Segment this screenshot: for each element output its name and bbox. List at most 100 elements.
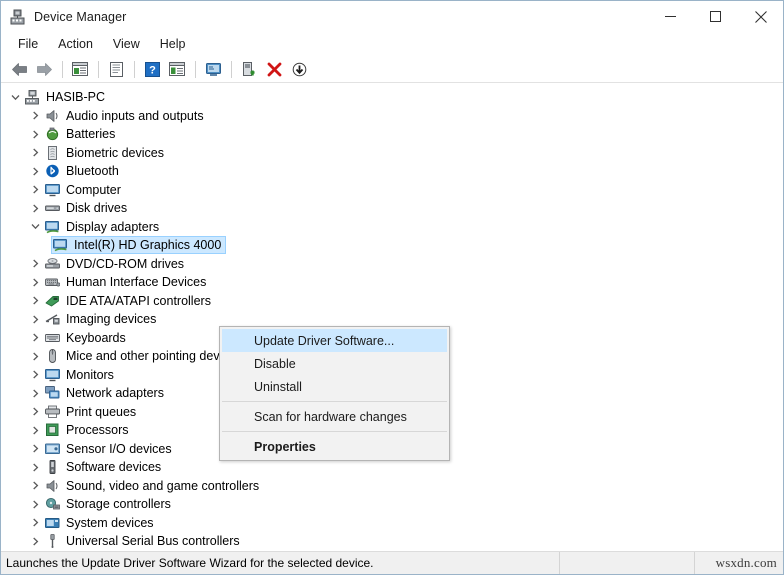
chevron-right-icon[interactable] [28, 426, 43, 435]
display-adapter-icon [44, 219, 61, 235]
tree-row-sound-video-and-game-controllers[interactable]: Sound, video and game controllers [1, 477, 783, 496]
tree-row-root[interactable]: HASIB-PC [1, 88, 783, 107]
chevron-right-icon[interactable] [28, 278, 43, 287]
toolbar: ? [1, 56, 783, 83]
context-menu-item-disable[interactable]: Disable [222, 352, 447, 375]
tree-label: Monitors [66, 367, 114, 382]
processor-icon [44, 422, 61, 438]
ide-controller-icon [44, 293, 61, 309]
show-hide-console-tree-icon[interactable] [68, 58, 92, 80]
menu-view[interactable]: View [103, 34, 150, 55]
window-controls [648, 1, 783, 33]
close-button[interactable] [738, 1, 783, 32]
chevron-right-icon[interactable] [28, 259, 43, 268]
chevron-right-icon[interactable] [28, 537, 43, 546]
tree-row-audio-inputs-and-outputs[interactable]: Audio inputs and outputs [1, 107, 783, 126]
back-icon[interactable] [7, 58, 31, 80]
context-menu-item-uninstall[interactable]: Uninstall [222, 375, 447, 398]
tree-row-dvd-cd-rom-drives[interactable]: DVD/CD-ROM drives [1, 255, 783, 274]
tree-label-selected: Intel(R) HD Graphics 4000 [74, 238, 222, 253]
chevron-right-icon[interactable] [28, 370, 43, 379]
update-driver-software-icon[interactable] [237, 58, 261, 80]
keyboard-icon [44, 330, 61, 346]
maximize-button[interactable] [693, 1, 738, 32]
scan-for-hardware-changes-icon[interactable] [201, 58, 225, 80]
chevron-right-icon[interactable] [28, 130, 43, 139]
tree-label: Audio inputs and outputs [66, 108, 204, 123]
tree-row-intel-hd-graphics-4000[interactable]: Intel(R) HD Graphics 4000 [1, 236, 783, 255]
system-device-icon [44, 515, 61, 531]
tree-row-disk-drives[interactable]: Disk drives [1, 199, 783, 218]
network-adapter-icon [44, 385, 61, 401]
tree-label: Processors [66, 423, 129, 438]
tree-label: Sound, video and game controllers [66, 478, 260, 493]
context-menu-item-scan-for-hardware-changes[interactable]: Scan for hardware changes [222, 405, 447, 428]
chevron-right-icon[interactable] [28, 296, 43, 305]
chevron-right-icon[interactable] [28, 389, 43, 398]
tree-row-display-adapters[interactable]: Display adapters [1, 218, 783, 237]
monitor-icon [44, 182, 61, 198]
chevron-right-icon[interactable] [28, 111, 43, 120]
tree-label: IDE ATA/ATAPI controllers [66, 293, 211, 308]
tree-label: Keyboards [66, 330, 126, 345]
status-text: Launches the Update Driver Software Wiza… [1, 552, 560, 574]
tree-row-biometric-devices[interactable]: Biometric devices [1, 144, 783, 163]
toolbar-separator-5 [231, 60, 232, 78]
context-menu-item-properties[interactable]: Properties [222, 435, 447, 458]
chevron-right-icon[interactable] [28, 185, 43, 194]
disable-icon[interactable] [287, 58, 311, 80]
chevron-down-icon[interactable] [28, 222, 43, 231]
view-devices-icon[interactable] [165, 58, 189, 80]
tree-row-system-devices[interactable]: System devices [1, 514, 783, 533]
tree-label: Software devices [66, 460, 162, 475]
chevron-right-icon[interactable] [28, 500, 43, 509]
usb-icon [44, 533, 61, 549]
chevron-right-icon[interactable] [28, 148, 43, 157]
context-menu-item-update-driver-software[interactable]: Update Driver Software... [222, 329, 447, 352]
tree-label: Display adapters [66, 219, 160, 234]
forward-icon[interactable] [32, 58, 56, 80]
tree-row-bluetooth[interactable]: Bluetooth [1, 162, 783, 181]
minimize-button[interactable] [648, 1, 693, 32]
chevron-right-icon[interactable] [28, 444, 43, 453]
chevron-right-icon[interactable] [28, 167, 43, 176]
tree-row-human-interface-devices[interactable]: Human Interface Devices [1, 273, 783, 292]
tree-row-storage-controllers[interactable]: Storage controllers [1, 495, 783, 514]
chevron-right-icon[interactable] [28, 204, 43, 213]
tree-label: Imaging devices [66, 312, 157, 327]
chevron-right-icon[interactable] [28, 481, 43, 490]
menu-file[interactable]: File [8, 34, 48, 55]
help-icon[interactable]: ? [140, 58, 164, 80]
device-manager-icon [10, 9, 27, 26]
chevron-right-icon[interactable] [28, 407, 43, 416]
tree-row-computer[interactable]: Computer [1, 181, 783, 200]
title-bar: Device Manager [1, 1, 783, 33]
device-tree-panel[interactable]: HASIB-PC Audio inputs and outputs Batter… [1, 83, 783, 551]
properties-icon[interactable] [104, 58, 128, 80]
imaging-device-icon [44, 311, 61, 327]
menu-action[interactable]: Action [48, 34, 103, 55]
tree-label: Sensor I/O devices [66, 441, 172, 456]
bluetooth-icon [44, 163, 61, 179]
tree-label: Universal Serial Bus controllers [66, 534, 240, 549]
battery-icon [44, 126, 61, 142]
computer-icon [24, 89, 41, 105]
tree-label: Computer [66, 182, 121, 197]
tree-row-batteries[interactable]: Batteries [1, 125, 783, 144]
tree-label: Storage controllers [66, 497, 171, 512]
tree-row-universal-serial-bus-controllers[interactable]: Universal Serial Bus controllers [1, 532, 783, 551]
device-manager-window: Device Manager File Action View Help ? H… [0, 0, 784, 575]
chevron-right-icon[interactable] [28, 463, 43, 472]
menu-help[interactable]: Help [150, 34, 196, 55]
chevron-down-icon[interactable] [8, 93, 23, 102]
chevron-right-icon[interactable] [28, 315, 43, 324]
chevron-right-icon[interactable] [28, 333, 43, 342]
dvd-drive-icon [44, 256, 61, 272]
tree-row-ide-ata-atapi-controllers[interactable]: IDE ATA/ATAPI controllers [1, 292, 783, 311]
tree-label: Bluetooth [66, 164, 119, 179]
uninstall-icon[interactable] [262, 58, 286, 80]
chevron-right-icon[interactable] [28, 518, 43, 527]
menu-bar: File Action View Help [1, 33, 783, 56]
disk-drive-icon [44, 200, 61, 216]
chevron-right-icon[interactable] [28, 352, 43, 361]
